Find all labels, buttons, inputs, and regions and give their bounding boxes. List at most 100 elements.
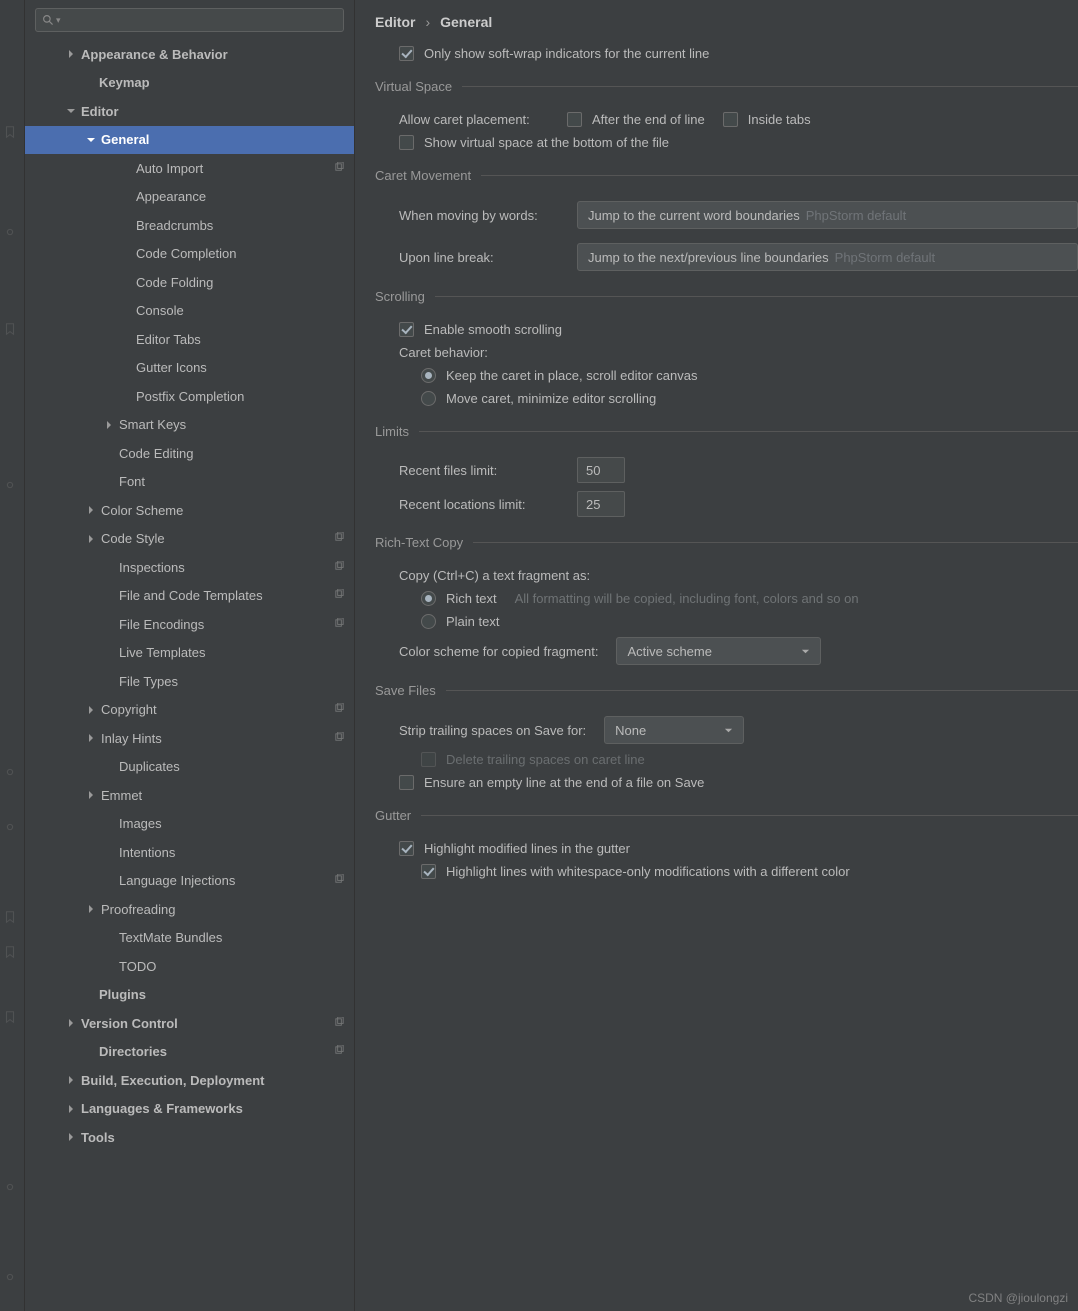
combo-value: Jump to the next/previous line boundarie… [588,250,829,265]
tree-item-file-types[interactable]: File Types [25,667,354,696]
line-break-label: Upon line break: [399,250,559,265]
settings-tree[interactable]: Appearance & BehaviorKeymapEditorGeneral… [25,40,354,1311]
tree-item-label: Tools [81,1130,115,1145]
tree-item-smart-keys[interactable]: Smart Keys [25,411,354,440]
tree-item-duplicates[interactable]: Duplicates [25,753,354,782]
breadcrumb-sep: › [425,14,430,30]
tree-item-label: Code Editing [119,446,193,461]
tree-item-textmate-bundles[interactable]: TextMate Bundles [25,924,354,953]
divider [446,690,1078,691]
after-eol-checkbox[interactable]: After the end of line [567,112,705,127]
divider [419,431,1078,432]
line-break-combo[interactable]: Jump to the next/previous line boundarie… [577,243,1078,271]
section-title: Virtual Space [375,79,452,94]
section-scrolling: Scrolling Enable smooth scrolling Caret … [375,289,1078,406]
ensure-label: Ensure an empty line at the end of a fil… [424,775,704,790]
ensure-empty-checkbox[interactable]: Ensure an empty line at the end of a fil… [399,775,704,790]
tree-item-inspections[interactable]: Inspections [25,553,354,582]
inside-tabs-checkbox[interactable]: Inside tabs [723,112,811,127]
chevron-right-icon [65,1133,77,1141]
tree-item-code-style[interactable]: Code Style [25,525,354,554]
tree-item-breadcrumbs[interactable]: Breadcrumbs [25,211,354,240]
keep-caret-radio[interactable]: Keep the caret in place, scroll editor c… [421,368,697,383]
tree-item-label: Code Folding [136,275,213,290]
by-words-combo[interactable]: Jump to the current word boundariesPhpSt… [577,201,1078,229]
tree-item-label: Font [119,474,145,489]
tree-item-code-editing[interactable]: Code Editing [25,439,354,468]
tree-item-directories[interactable]: Directories [25,1038,354,1067]
copy-icon [334,702,346,717]
tree-item-font[interactable]: Font [25,468,354,497]
tree-item-tools[interactable]: Tools [25,1123,354,1152]
section-rich-text: Rich-Text Copy Copy (Ctrl+C) a text frag… [375,535,1078,665]
divider [481,175,1078,176]
tree-item-emmet[interactable]: Emmet [25,781,354,810]
recent-files-input[interactable] [577,457,625,483]
del-caret-checkbox[interactable]: Delete trailing spaces on caret line [421,752,645,767]
tree-item-inlay-hints[interactable]: Inlay Hints [25,724,354,753]
search-input[interactable] [65,13,337,27]
strip-label: Strip trailing spaces on Save for: [399,723,586,738]
copy-icon [334,161,346,176]
section-gutter: Gutter Highlight modified lines in the g… [375,808,1078,879]
tree-item-live-templates[interactable]: Live Templates [25,639,354,668]
allow-caret-label: Allow caret placement: [399,112,549,127]
radio-icon [421,591,436,606]
tree-item-proofreading[interactable]: Proofreading [25,895,354,924]
section-title: Limits [375,424,409,439]
radio-icon [421,391,436,406]
tree-item-language-injections[interactable]: Language Injections [25,867,354,896]
tree-item-postfix-completion[interactable]: Postfix Completion [25,382,354,411]
by-words-label: When moving by words: [399,208,559,223]
tree-item-copyright[interactable]: Copyright [25,696,354,725]
tree-item-editor-tabs[interactable]: Editor Tabs [25,325,354,354]
search-icon [42,14,55,27]
hl-mod-checkbox[interactable]: Highlight modified lines in the gutter [399,841,630,856]
breadcrumb-a[interactable]: Editor [375,14,415,30]
rich-text-radio[interactable]: Rich text [421,591,497,606]
recent-loc-label: Recent locations limit: [399,497,559,512]
search-input-box[interactable]: ▾ [35,8,344,32]
tree-item-appearance[interactable]: Appearance [25,183,354,212]
smooth-scroll-checkbox[interactable]: Enable smooth scrolling [399,322,562,337]
move-label: Move caret, minimize editor scrolling [446,391,656,406]
tree-item-console[interactable]: Console [25,297,354,326]
tree-item-code-completion[interactable]: Code Completion [25,240,354,269]
tree-item-label: Emmet [101,788,142,803]
tree-item-images[interactable]: Images [25,810,354,839]
section-title: Save Files [375,683,436,698]
tree-item-appearance-behavior[interactable]: Appearance & Behavior [25,40,354,69]
tree-item-gutter-icons[interactable]: Gutter Icons [25,354,354,383]
tree-item-intentions[interactable]: Intentions [25,838,354,867]
tree-item-languages-frameworks[interactable]: Languages & Frameworks [25,1095,354,1124]
hl-ws-checkbox[interactable]: Highlight lines with whitespace-only mod… [421,864,850,879]
show-bottom-checkbox[interactable]: Show virtual space at the bottom of the … [399,135,669,150]
tree-item-editor[interactable]: Editor [25,97,354,126]
tree-item-color-scheme[interactable]: Color Scheme [25,496,354,525]
tree-item-auto-import[interactable]: Auto Import [25,154,354,183]
chevron-down-icon [65,107,77,115]
tree-item-plugins[interactable]: Plugins [25,981,354,1010]
tree-item-general[interactable]: General [25,126,354,155]
tree-item-todo[interactable]: TODO [25,952,354,981]
tree-item-label: Build, Execution, Deployment [81,1073,264,1088]
combo-value: Active scheme [627,644,712,659]
tree-item-file-encodings[interactable]: File Encodings [25,610,354,639]
soft-wrap-checkbox[interactable]: Only show soft-wrap indicators for the c… [399,46,709,61]
recent-loc-input[interactable] [577,491,625,517]
combo-hint: PhpStorm default [835,250,935,265]
tree-item-code-folding[interactable]: Code Folding [25,268,354,297]
dropdown-icon: ▾ [56,15,61,26]
tree-item-keymap[interactable]: Keymap [25,69,354,98]
tree-item-file-and-code-templates[interactable]: File and Code Templates [25,582,354,611]
checkbox-icon [399,775,414,790]
tree-item-version-control[interactable]: Version Control [25,1009,354,1038]
tree-item-build-execution-deployment[interactable]: Build, Execution, Deployment [25,1066,354,1095]
scheme-combo[interactable]: Active scheme [616,637,821,665]
bookmark-icon [3,765,17,779]
move-caret-radio[interactable]: Move caret, minimize editor scrolling [421,391,656,406]
copy-icon [334,617,346,632]
copy-icon [334,1044,346,1059]
plain-text-radio[interactable]: Plain text [421,614,499,629]
strip-combo[interactable]: None [604,716,744,744]
